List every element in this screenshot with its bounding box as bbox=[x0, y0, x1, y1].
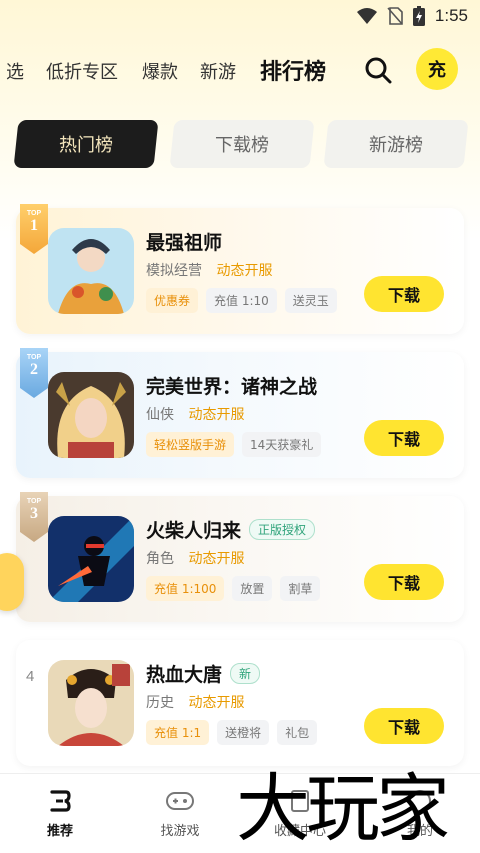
server-status: 动态开服 bbox=[216, 263, 273, 279]
game-card[interactable]: 4 热血大唐 新 历史 动态开服 充值 1:1 送橙将 礼包 下载 bbox=[16, 640, 464, 766]
game-icon[interactable] bbox=[48, 660, 134, 746]
recharge-button[interactable]: 充 bbox=[416, 48, 458, 90]
download-button[interactable]: 下载 bbox=[364, 420, 444, 456]
nav-tab-hot[interactable]: 爆款 bbox=[142, 58, 178, 84]
game-meta: 仙侠 动态开服 bbox=[146, 404, 244, 424]
tag: 放置 bbox=[232, 576, 273, 601]
game-title: 最强祖师 bbox=[146, 228, 222, 255]
game-icon[interactable] bbox=[48, 228, 134, 314]
rank-number: 1 bbox=[30, 217, 38, 234]
game-tags: 轻松竖版手游 14天获豪礼 bbox=[146, 432, 322, 457]
tab-label: 下载榜 bbox=[215, 135, 269, 156]
no-sim-icon bbox=[387, 7, 403, 25]
game-tags: 充值 1:1 送橙将 礼包 bbox=[146, 720, 318, 745]
game-card[interactable]: TOP 2 完美世界：诸神之战 仙侠 动态开服 轻松竖版手游 14天获豪礼 下载 bbox=[16, 348, 464, 478]
license-badge: 正版授权 bbox=[249, 519, 316, 540]
game-meta: 模拟经营 动态开服 bbox=[146, 260, 272, 280]
rank-badge-label: TOP bbox=[26, 210, 42, 217]
download-button[interactable]: 下载 bbox=[364, 564, 444, 600]
floating-gift-button[interactable] bbox=[0, 553, 24, 611]
server-status: 动态开服 bbox=[188, 551, 245, 567]
tag: 充值 1:100 bbox=[146, 576, 225, 601]
game-meta: 角色 动态开服 bbox=[146, 548, 244, 568]
top-nav: 选 低折专区 爆款 新游 排行榜 充 bbox=[0, 48, 480, 92]
rank-number: 3 bbox=[30, 505, 38, 522]
new-badge: 新 bbox=[230, 663, 261, 684]
game-title: 热血大唐 新 bbox=[146, 660, 261, 687]
game-title: 完美世界：诸神之战 bbox=[146, 372, 317, 399]
ranking-tabs: 热门榜 下载榜 新游榜 bbox=[13, 120, 469, 168]
search-icon bbox=[365, 57, 392, 84]
game-icon[interactable] bbox=[48, 372, 134, 458]
rank-number: 4 bbox=[26, 668, 35, 685]
tag: 送灵玉 bbox=[284, 288, 337, 313]
watermark: 大玩家 bbox=[236, 766, 450, 852]
rank-badge: TOP 2 bbox=[20, 348, 48, 398]
nav-tab-selected[interactable]: 选 bbox=[6, 58, 24, 84]
game-title-text: 热血大唐 bbox=[146, 664, 223, 686]
game-category: 角色 bbox=[146, 551, 174, 567]
game-meta: 历史 动态开服 bbox=[146, 692, 244, 712]
status-time: 1:55 bbox=[434, 6, 468, 25]
nav-tab-new[interactable]: 新游 bbox=[200, 58, 236, 84]
game-card[interactable]: TOP 1 最强祖师 模拟经营 动态开服 优惠券 充值 1:10 送灵玉 下载 bbox=[16, 204, 464, 334]
status-icons: 1:55 bbox=[356, 6, 468, 26]
game-title-text: 火柴人归来 bbox=[146, 520, 242, 542]
tag: 充值 1:1 bbox=[146, 720, 210, 745]
rank-number: 2 bbox=[30, 361, 38, 378]
tab-new-game-ranking[interactable]: 新游榜 bbox=[323, 120, 469, 168]
tag: 14天获豪礼 bbox=[242, 432, 322, 457]
game-title: 火柴人归来 正版授权 bbox=[146, 516, 316, 543]
game-tags: 优惠券 充值 1:10 送灵玉 bbox=[146, 288, 337, 313]
tag: 优惠券 bbox=[146, 288, 199, 313]
search-button[interactable] bbox=[360, 52, 396, 88]
server-status: 动态开服 bbox=[188, 407, 245, 423]
bottom-tab-recommend[interactable]: 推荐 bbox=[12, 788, 108, 839]
bottom-tab-find-games[interactable]: 找游戏 bbox=[132, 788, 228, 839]
game-tags: 充值 1:100 放置 割草 bbox=[146, 576, 321, 601]
tag: 送橙将 bbox=[217, 720, 270, 745]
status-bar: 1:55 bbox=[0, 0, 480, 34]
tag: 割草 bbox=[280, 576, 321, 601]
tab-download-ranking[interactable]: 下载榜 bbox=[169, 120, 315, 168]
wifi-icon bbox=[356, 8, 377, 24]
tag: 充值 1:10 bbox=[206, 288, 277, 313]
download-button[interactable]: 下载 bbox=[364, 708, 444, 744]
game-card[interactable]: TOP 3 火柴人归来 正版授权 角色 动态开服 充值 1:100 放置 割草 … bbox=[16, 492, 464, 622]
battery-charging-icon bbox=[412, 6, 425, 26]
rank-badge: TOP 1 bbox=[20, 204, 48, 254]
game-title-text: 完美世界：诸神之战 bbox=[146, 376, 318, 398]
tab-label: 新游榜 bbox=[369, 135, 423, 156]
rank-badge-label: TOP bbox=[26, 498, 42, 505]
rank-badge: TOP 3 bbox=[20, 492, 48, 542]
game-icon[interactable] bbox=[48, 516, 134, 602]
server-status: 动态开服 bbox=[188, 695, 245, 711]
tag: 轻松竖版手游 bbox=[146, 432, 235, 457]
bottom-tab-label: 推荐 bbox=[46, 824, 73, 839]
nav-tab-ranking[interactable]: 排行榜 bbox=[260, 54, 326, 86]
bottom-tab-label: 找游戏 bbox=[160, 824, 200, 839]
tab-hot-ranking[interactable]: 热门榜 bbox=[13, 120, 159, 168]
gamepad-icon bbox=[166, 792, 194, 810]
game-category: 仙侠 bbox=[146, 407, 174, 423]
game-title-text: 最强祖师 bbox=[146, 232, 223, 254]
tab-label: 热门榜 bbox=[59, 135, 113, 156]
game-category: 模拟经营 bbox=[146, 263, 202, 279]
download-button[interactable]: 下载 bbox=[364, 276, 444, 312]
game-category: 历史 bbox=[146, 695, 174, 711]
rank-badge-label: TOP bbox=[26, 354, 42, 361]
recommend-icon bbox=[50, 790, 71, 812]
tag: 礼包 bbox=[277, 720, 318, 745]
nav-tab-discount[interactable]: 低折专区 bbox=[46, 58, 118, 84]
